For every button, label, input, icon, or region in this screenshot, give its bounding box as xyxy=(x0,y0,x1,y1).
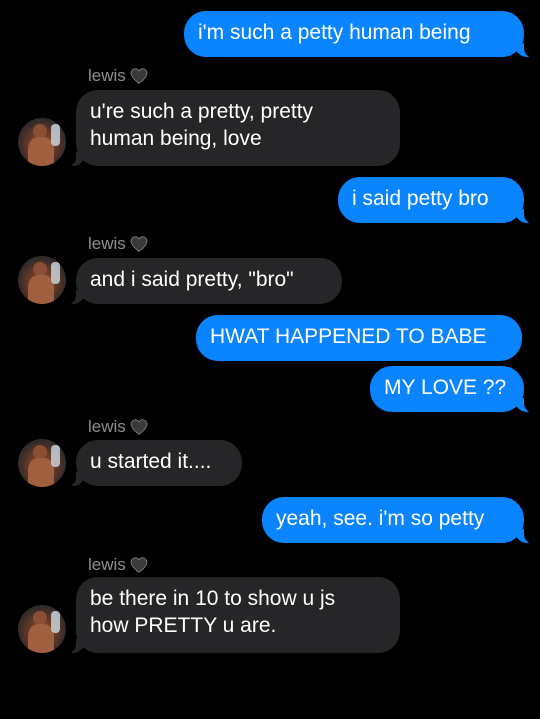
sender-name-label: lewis xyxy=(88,234,148,254)
contact-avatar[interactable] xyxy=(18,439,66,487)
avatar-background xyxy=(51,262,60,284)
avatar-face xyxy=(33,262,47,276)
message-text: u started it.... xyxy=(90,450,212,473)
avatar-face xyxy=(33,445,47,459)
avatar-face xyxy=(33,611,47,625)
black-heart-icon xyxy=(130,68,148,84)
message-line: how PRETTY u are. xyxy=(90,614,277,637)
message-line: human being, love xyxy=(90,127,262,150)
sender-name: lewis xyxy=(88,417,126,436)
sender-name-label: lewis xyxy=(88,66,148,86)
black-heart-icon xyxy=(130,557,148,573)
sender-name: lewis xyxy=(88,555,126,574)
avatar-face xyxy=(33,124,47,138)
contact-avatar[interactable] xyxy=(18,118,66,166)
sender-name: lewis xyxy=(88,234,126,253)
message-line: be there in 10 to show u js xyxy=(90,587,336,610)
message-bubble-sent[interactable]: yeah, see. i'm so petty xyxy=(262,497,535,544)
message-bubble-sent[interactable]: i said petty bro xyxy=(338,177,535,224)
message-line: u're such a pretty, pretty xyxy=(90,100,314,123)
black-heart-icon xyxy=(130,236,148,252)
message-text: i said petty bro xyxy=(352,187,489,210)
avatar-background xyxy=(51,445,60,467)
message-text: yeah, see. i'm so petty xyxy=(276,507,485,530)
avatar-background xyxy=(51,611,60,633)
avatar-background xyxy=(51,124,60,146)
sender-name: lewis xyxy=(88,66,126,85)
sender-name-label: lewis xyxy=(88,555,148,575)
sender-name-label: lewis xyxy=(88,417,148,437)
message-bubble-received[interactable]: u started it.... xyxy=(65,440,242,487)
black-heart-icon xyxy=(130,419,148,435)
message-bubble-sent[interactable]: MY LOVE ?? xyxy=(370,366,535,413)
contact-avatar[interactable] xyxy=(18,256,66,304)
message-bubble-received[interactable]: u're such a pretty, pretty human being, … xyxy=(65,90,400,167)
contact-avatar[interactable] xyxy=(18,605,66,653)
message-bubble-sent[interactable]: HWAT HAPPENED TO BABE xyxy=(196,315,522,361)
message-text: HWAT HAPPENED TO BABE xyxy=(210,325,487,348)
message-text: MY LOVE ?? xyxy=(384,376,507,399)
message-bubble-received[interactable]: and i said pretty, "bro" xyxy=(65,258,342,305)
message-text: i'm such a petty human being xyxy=(198,21,471,44)
message-bubble-received[interactable]: be there in 10 to show u js how PRETTY u… xyxy=(65,577,400,654)
message-bubble-sent[interactable]: i'm such a petty human being xyxy=(184,11,535,58)
message-text: and i said pretty, "bro" xyxy=(90,268,294,291)
